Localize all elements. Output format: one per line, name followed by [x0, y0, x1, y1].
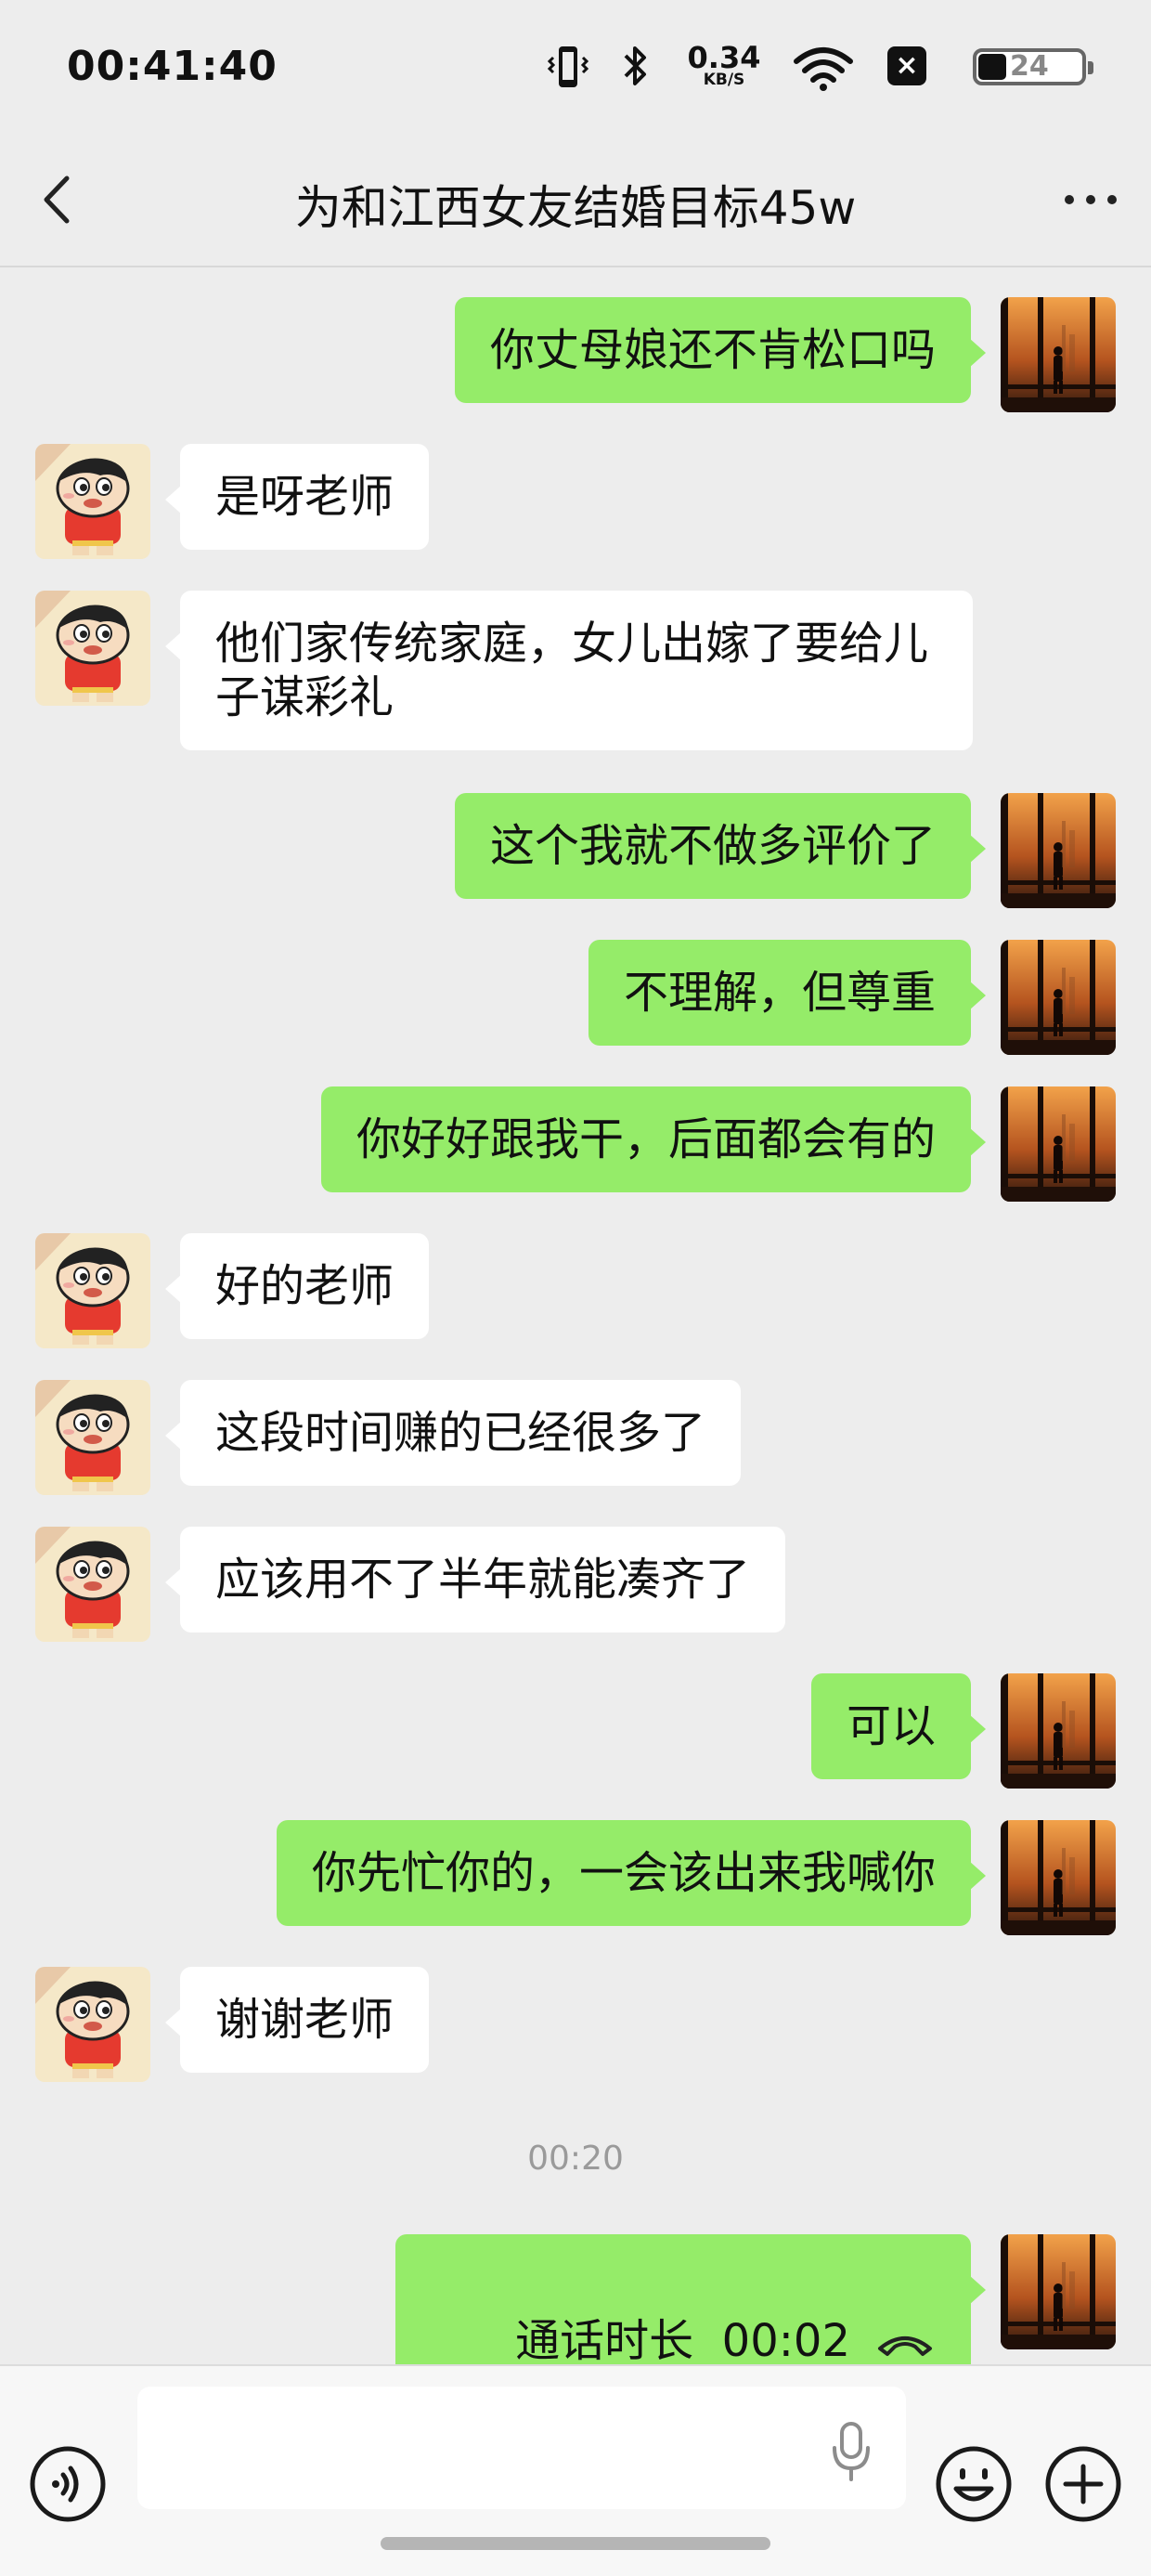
battery-nub — [1088, 61, 1093, 74]
message-bubble-received[interactable]: 这段时间赚的已经很多了 — [164, 1380, 742, 1486]
notification-x-icon: × — [887, 46, 926, 85]
call-duration-label: 通话时长 — [515, 2315, 694, 2364]
battery-fill — [978, 54, 1006, 80]
my-avatar[interactable] — [1001, 1086, 1116, 1202]
battery-icon: 24 — [973, 48, 1093, 85]
my-avatar[interactable] — [1001, 1820, 1116, 1935]
message-bubble-received[interactable]: 是呀老师 — [164, 444, 430, 550]
chat-header: 为和江西女友结婚目标45w — [0, 139, 1151, 267]
my-avatar[interactable] — [1001, 2234, 1116, 2349]
plus-icon[interactable] — [1043, 2444, 1123, 2524]
friend-avatar[interactable] — [35, 1380, 150, 1495]
status-clock: 00:41:40 — [67, 43, 278, 90]
my-avatar[interactable] — [1001, 793, 1116, 908]
battery-level: 24 — [1010, 50, 1049, 83]
message-bubble-sent[interactable]: 你先忙你的，一会该出来我喊你 — [276, 1820, 987, 1926]
call-duration-value: 00:02 — [721, 2315, 850, 2364]
wifi-icon — [794, 47, 853, 91]
friend-avatar[interactable] — [35, 1233, 150, 1348]
message-bubble-sent[interactable]: 你丈母娘还不肯松口吗 — [454, 297, 987, 403]
message-bubble-sent[interactable]: 你好好跟我干，后面都会有的 — [320, 1086, 987, 1192]
message-bubble-received[interactable]: 好的老师 — [164, 1233, 430, 1339]
message-bubble-received[interactable]: 他们家传统家庭，女儿出嫁了要给儿子谋彩礼 — [165, 591, 973, 750]
message-bubble-received[interactable]: 谢谢老师 — [164, 1967, 430, 2073]
chat-title: 为和江西女友结婚目标45w — [294, 181, 857, 235]
friend-avatar[interactable] — [35, 1967, 150, 2082]
message-bubble-sent[interactable]: 这个我就不做多评价了 — [454, 793, 987, 899]
my-avatar[interactable] — [1001, 1673, 1116, 1789]
home-indicator[interactable] — [381, 2537, 770, 2550]
status-bar: 00:41:40 0.34 KB/S × 24 — [0, 0, 1151, 139]
message-bubble-sent[interactable]: 不理解，但尊重 — [588, 940, 987, 1046]
my-avatar[interactable] — [1001, 297, 1116, 412]
message-timestamp: 00:20 — [527, 2140, 624, 2178]
network-speed-value: 0.34 — [687, 40, 761, 75]
voice-input-toggle-icon[interactable] — [28, 2444, 108, 2524]
vibrate-icon — [547, 46, 589, 87]
message-text-input[interactable] — [137, 2387, 906, 2509]
friend-avatar[interactable] — [35, 444, 150, 559]
friend-avatar[interactable] — [35, 591, 150, 706]
phone-hangup-icon — [878, 2336, 932, 2356]
network-speed: 0.34 KB/S — [678, 41, 770, 93]
message-bubble-sent[interactable]: 可以 — [810, 1673, 987, 1779]
more-options-icon[interactable] — [1058, 176, 1123, 223]
friend-avatar[interactable] — [35, 1527, 150, 1642]
call-record-bubble[interactable]: 通话时长 00:02 — [394, 2234, 987, 2364]
emoji-icon[interactable] — [934, 2444, 1014, 2524]
chat-message-list[interactable]: 你丈母娘还不肯松口吗 是呀老师 他们家传统家庭，女儿出嫁了要给儿子谋彩礼 这个我… — [0, 267, 1151, 2364]
bluetooth-icon — [624, 46, 646, 85]
microphone-icon[interactable] — [826, 2418, 876, 2483]
message-bubble-received[interactable]: 应该用不了半年就能凑齐了 — [164, 1527, 786, 1633]
my-avatar[interactable] — [1001, 940, 1116, 1055]
